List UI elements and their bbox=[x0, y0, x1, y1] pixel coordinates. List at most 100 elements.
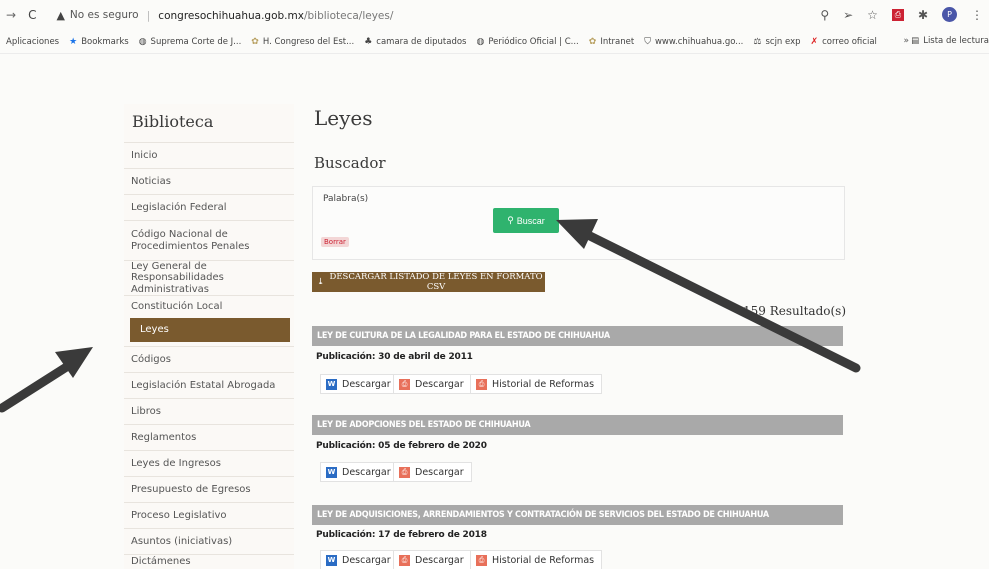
pdf-file-icon: ⎙ bbox=[476, 554, 487, 566]
reading-list-button[interactable]: ▤ Lista de lectura bbox=[911, 36, 989, 46]
forward-icon[interactable]: → bbox=[6, 8, 16, 22]
bookmark-item[interactable]: ✿ H. Congreso del Est... bbox=[251, 37, 354, 47]
sidebar-item-label: Código Nacional de Procedimientos Penale… bbox=[131, 229, 250, 252]
bookmark-item[interactable]: ★ Bookmarks bbox=[69, 37, 129, 47]
bookmark-item[interactable]: ⚖ scjn exp bbox=[753, 37, 800, 47]
keyword-label: Palabra(s) bbox=[323, 194, 369, 204]
sidebar-item[interactable]: Reglamentos bbox=[124, 424, 294, 450]
download-label: Descargar bbox=[415, 378, 464, 390]
sidebar-item[interactable]: Ley General de Responsabilidades Adminis… bbox=[124, 260, 294, 295]
sidebar-item[interactable]: Proceso Legislativo bbox=[124, 502, 294, 528]
address-bar[interactable]: congresochihuahua.gob.mx/biblioteca/leye… bbox=[158, 9, 393, 22]
menu-kebab-icon[interactable]: ⋮ bbox=[971, 8, 983, 22]
reload-icon[interactable]: C bbox=[28, 8, 36, 22]
law-publication-date: Publicación: 30 de abril de 2011 bbox=[316, 352, 473, 362]
bookmark-item[interactable]: ✿ Intranet bbox=[589, 37, 634, 47]
bookmark-label: Periódico Oficial | C... bbox=[488, 36, 579, 47]
sidebar-item-label: Legislación Estatal Abrogada bbox=[131, 379, 276, 391]
sidebar-item[interactable]: Códigos bbox=[124, 346, 294, 372]
word-file-icon: W bbox=[326, 378, 337, 390]
url-separator: | bbox=[146, 8, 151, 22]
shield-icon: ⛉ bbox=[644, 36, 651, 47]
sidebar-item[interactable]: Noticias bbox=[124, 168, 294, 194]
download-icon: ⤓ bbox=[317, 277, 325, 287]
sidebar-item-label: Reglamentos bbox=[131, 431, 197, 443]
law-publication-date: Publicación: 17 de febrero de 2018 bbox=[316, 530, 487, 540]
download-word-button[interactable]: W Descargar bbox=[320, 462, 399, 482]
download-pdf-button[interactable]: ⎙ Descargar bbox=[393, 550, 472, 569]
download-label: Descargar bbox=[342, 554, 391, 566]
profile-avatar-icon[interactable]: P bbox=[942, 7, 957, 22]
search-button[interactable]: ⚲ Buscar bbox=[493, 208, 559, 233]
bookmark-item[interactable]: Aplicaciones bbox=[6, 37, 59, 47]
download-word-button[interactable]: W Descargar bbox=[320, 550, 399, 569]
sidebar-item[interactable]: Constitución Local bbox=[124, 295, 294, 318]
bookmark-item[interactable]: ◍ Suprema Corte de J... bbox=[139, 37, 242, 47]
page-title: Leyes bbox=[314, 106, 373, 130]
word-file-icon: W bbox=[326, 466, 337, 478]
sidebar-item-label: Códigos bbox=[131, 353, 171, 365]
bookmark-label: Intranet bbox=[600, 36, 635, 47]
sidebar-item-label: Noticias bbox=[131, 175, 171, 187]
download-word-button[interactable]: W Descargar bbox=[320, 374, 399, 394]
sidebar-item[interactable]: Legislación Estatal Abrogada bbox=[124, 372, 294, 398]
bookmark-item[interactable]: ✗ correo oficial bbox=[811, 37, 877, 47]
sidebar-item-label: Libros bbox=[131, 405, 161, 417]
sidebar-item[interactable]: Dictámenes bbox=[124, 554, 294, 569]
sidebar-item-label: Constitución Local bbox=[131, 301, 223, 313]
law-title[interactable]: LEY DE ADOPCIONES DEL ESTADO DE CHIHUAHU… bbox=[312, 415, 843, 435]
clear-button[interactable]: Borrar bbox=[321, 237, 349, 247]
download-label: Descargar bbox=[415, 466, 464, 478]
camara-icon: ♣ bbox=[364, 36, 373, 47]
bookmark-label: Aplicaciones bbox=[6, 36, 60, 47]
sidebar-item[interactable]: Legislación Federal bbox=[124, 194, 294, 220]
bookmark-label: Bookmarks bbox=[81, 36, 129, 47]
sidebar-item[interactable]: Libros bbox=[124, 398, 294, 424]
sidebar-item[interactable]: Asuntos (iniciativas) bbox=[124, 528, 294, 554]
download-csv-button[interactable]: ⤓ DESCARGAR LISTADO DE LEYES EN FORMATO C… bbox=[312, 272, 545, 292]
x-icon: ✗ bbox=[810, 36, 819, 47]
search-icon: ⚲ bbox=[507, 215, 514, 225]
pdf-extension-icon[interactable]: ⎙ bbox=[891, 8, 904, 21]
sidebar-item-label: Dictámenes bbox=[131, 556, 191, 568]
sidebar-item[interactable]: Inicio bbox=[124, 142, 294, 168]
toolbar-icons: ⚲ ➢ ☆ ⎙ ✱ P ⋮ bbox=[820, 7, 983, 22]
bookmark-item[interactable]: ⛉ www.chihuahua.go... bbox=[644, 37, 743, 47]
security-status[interactable]: No es seguro bbox=[70, 9, 139, 21]
bookmark-label: H. Congreso del Est... bbox=[262, 36, 355, 47]
download-label: Descargar bbox=[342, 378, 391, 390]
more-bookmarks-icon[interactable]: » bbox=[903, 36, 909, 46]
globe-icon: ◍ bbox=[476, 36, 485, 47]
star-bookmark-icon[interactable]: ☆ bbox=[867, 8, 878, 22]
share-icon[interactable]: ➢ bbox=[843, 8, 853, 22]
reform-history-button[interactable]: ⎙ Historial de Reformas bbox=[470, 550, 603, 569]
url-host: congresochihuahua.gob.mx bbox=[158, 9, 304, 22]
sidebar-item-label: Asuntos (iniciativas) bbox=[131, 535, 233, 547]
scjn-icon: ⚖ bbox=[753, 36, 762, 47]
reform-history-label: Historial de Reformas bbox=[492, 378, 595, 390]
bookmark-item[interactable]: ♣ camara de diputados bbox=[364, 37, 466, 47]
pdf-file-icon: ⎙ bbox=[399, 466, 410, 478]
bookmark-label: Suprema Corte de J... bbox=[150, 36, 242, 47]
arrow-to-leyes bbox=[0, 347, 93, 413]
law-publication-date: Publicación: 05 de febrero de 2020 bbox=[316, 441, 487, 451]
sidebar-item[interactable]: Presupuesto de Egresos bbox=[124, 476, 294, 502]
bookmarks-bar: Aplicaciones ★ Bookmarks ◍ Suprema Corte d… bbox=[0, 30, 989, 54]
results-count: 159 Resultado(s) bbox=[743, 304, 846, 318]
warning-icon[interactable]: ▲ bbox=[56, 9, 64, 22]
sidebar-item[interactable]: Código Nacional de Procedimientos Penale… bbox=[124, 220, 294, 260]
bookmark-label: www.chihuahua.go... bbox=[654, 36, 744, 47]
law-title[interactable]: LEY DE CULTURA DE LA LEGALIDAD PARA EL E… bbox=[312, 326, 843, 346]
law-title[interactable]: LEY DE ADQUISICIONES, ARRENDAMIENTOS Y C… bbox=[312, 505, 843, 525]
sidebar-item[interactable]: Leyes de Ingresos bbox=[124, 450, 294, 476]
download-pdf-button[interactable]: ⎙ Descargar bbox=[393, 374, 472, 394]
extensions-puzzle-icon[interactable]: ✱ bbox=[918, 8, 928, 22]
download-pdf-button[interactable]: ⎙ Descargar bbox=[393, 462, 472, 482]
keyword-input[interactable] bbox=[321, 207, 491, 231]
reform-history-button[interactable]: ⎙ Historial de Reformas bbox=[470, 374, 603, 394]
bookmark-label: scjn exp bbox=[765, 36, 801, 47]
sidebar-item[interactable]: Leyes bbox=[130, 318, 290, 342]
sidebar-item-label: Ley General de Responsabilidades Adminis… bbox=[131, 260, 224, 295]
bookmark-item[interactable]: ◍ Periódico Oficial | C... bbox=[477, 37, 579, 47]
zoom-icon[interactable]: ⚲ bbox=[820, 8, 829, 22]
